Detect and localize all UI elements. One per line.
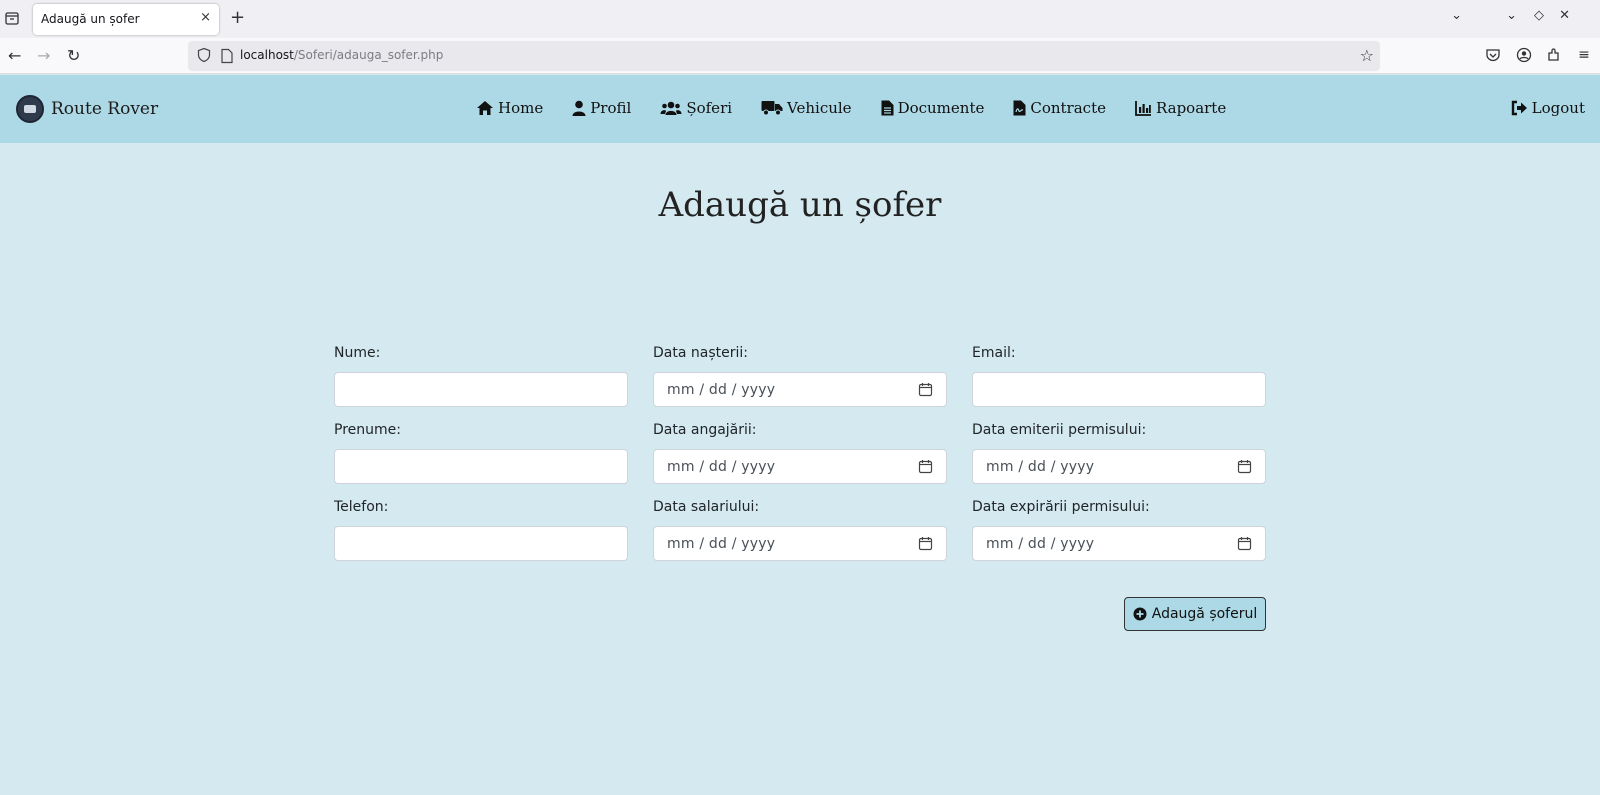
minimize-icon[interactable]: ⌄ [1506,8,1517,23]
label-nume: Nume: [334,345,381,361]
date-placeholder: mm / dd / yyyy [667,382,776,398]
chevron-down-icon[interactable]: ⌄ [1451,8,1462,23]
label-data-expirarii-permisului: Data expirării permisului: [972,499,1150,515]
label-email: Email: [972,345,1016,361]
nav-soferi-label: Șoferi [686,99,733,117]
file-icon [881,100,894,116]
brand-name: Route Rover [51,99,159,119]
prenume-input[interactable] [334,449,628,484]
calendar-icon[interactable] [918,382,933,397]
date-placeholder: mm / dd / yyyy [986,536,1095,552]
telefon-input[interactable] [334,526,628,561]
plus-circle-icon [1133,607,1147,621]
tab-title: Adaugă un șofer [41,12,140,26]
user-icon [572,100,586,116]
nav-vehicule-label: Vehicule [787,99,852,117]
label-telefon: Telefon: [334,499,389,515]
forward-icon[interactable]: → [37,46,50,65]
contract-icon [1013,100,1026,116]
date-placeholder: mm / dd / yyyy [667,459,776,475]
field-data-emiterii-permisului: Data emiterii permisului: mm / dd / yyyy [972,422,1266,484]
logout-icon [1511,100,1527,116]
browser-toolbar: ← → ↻ localhost/Soferi/adauga_sofer.php … [0,38,1600,74]
date-placeholder: mm / dd / yyyy [986,459,1095,475]
nav-rapoarte-label: Rapoarte [1155,99,1227,117]
nav-vehicule[interactable]: Vehicule [761,99,852,117]
data-expirarii-permisului-input[interactable]: mm / dd / yyyy [972,526,1266,561]
email-input[interactable] [972,372,1266,407]
page-icon [221,48,233,64]
nume-input[interactable] [334,372,628,407]
nav-home[interactable]: Home [476,99,543,117]
nav-rapoarte[interactable]: Rapoarte [1135,99,1226,117]
calendar-icon[interactable] [918,459,933,474]
url-text: localhost/Soferi/adauga_sofer.php [240,48,443,62]
pocket-icon[interactable] [1484,47,1502,65]
back-icon[interactable]: ← [8,46,21,65]
home-icon [477,101,493,115]
nav-profil-label: Profil [590,99,632,117]
label-prenume: Prenume: [334,422,401,438]
account-icon[interactable] [1515,47,1533,65]
chart-icon [1135,101,1151,116]
field-prenume: Prenume: [334,422,628,484]
date-placeholder: mm / dd / yyyy [667,536,776,552]
nav-contracte-label: Contracte [1030,99,1106,117]
add-driver-button-label: Adaugă șoferul [1151,606,1258,622]
bookmark-star-icon[interactable]: ☆ [1360,46,1374,65]
logout-link[interactable]: Logout [1511,99,1585,117]
field-data-salariului: Data salariului: mm / dd / yyyy [653,499,947,561]
shield-icon[interactable] [196,47,212,63]
url-bar[interactable]: localhost/Soferi/adauga_sofer.php ☆ [188,41,1380,71]
label-data-emiterii-permisului: Data emiterii permisului: [972,422,1147,438]
data-emiterii-permisului-input[interactable]: mm / dd / yyyy [972,449,1266,484]
reload-icon[interactable]: ↻ [67,46,80,65]
browser-tabbar: Adaugă un șofer × + ⌄ ⌄ ◇ ✕ [0,0,1600,38]
calendar-icon[interactable] [918,536,933,551]
data-salariului-input[interactable]: mm / dd / yyyy [653,526,947,561]
field-data-nasterii: Data nașterii: mm / dd / yyyy [653,345,947,407]
field-data-expirarii-permisului: Data expirării permisului: mm / dd / yyy… [972,499,1266,561]
field-data-angajarii: Data angajării: mm / dd / yyyy [653,422,947,484]
users-icon [660,101,682,115]
page-title: Adaugă un șofer [658,185,942,225]
nav-documente[interactable]: Documente [881,99,985,117]
close-window-icon[interactable]: ✕ [1559,8,1570,23]
site-navbar: Route Rover Home Profil Șoferi Vehicule … [0,75,1600,143]
nav-profil[interactable]: Profil [572,99,631,117]
restore-icon[interactable]: ◇ [1534,8,1544,23]
new-tab-button[interactable]: + [230,7,245,28]
logout-label: Logout [1531,99,1585,117]
data-angajarii-input[interactable]: mm / dd / yyyy [653,449,947,484]
label-data-angajarii: Data angajării: [653,422,757,438]
label-data-nasterii: Data nașterii: [653,345,748,361]
nav-contracte[interactable]: Contracte [1013,99,1106,117]
calendar-icon[interactable] [1237,536,1252,551]
menu-icon[interactable]: ≡ [1575,47,1593,65]
tab-close-icon[interactable]: × [200,10,211,25]
label-data-salariului: Data salariului: [653,499,760,515]
field-nume: Nume: [334,345,628,407]
nav-documente-label: Documente [897,99,985,117]
main-menu: Home Profil Șoferi Vehicule Documente Co… [476,99,1255,117]
url-host: localhost [240,48,294,62]
url-path: /Soferi/adauga_sofer.php [293,48,444,62]
extensions-icon[interactable] [1545,47,1563,65]
nav-soferi[interactable]: Șoferi [660,99,732,117]
browser-tab-active[interactable]: Adaugă un șofer × [33,4,219,35]
brand-logo [16,95,44,123]
add-driver-button[interactable]: Adaugă șoferul [1124,597,1266,631]
brand[interactable]: Route Rover [16,94,158,124]
truck-icon [761,101,783,116]
nav-home-label: Home [498,99,544,117]
data-nasterii-input[interactable]: mm / dd / yyyy [653,372,947,407]
calendar-icon[interactable] [1237,459,1252,474]
field-telefon: Telefon: [334,499,628,561]
tab-list-icon[interactable] [4,10,20,26]
field-email: Email: [972,345,1266,407]
